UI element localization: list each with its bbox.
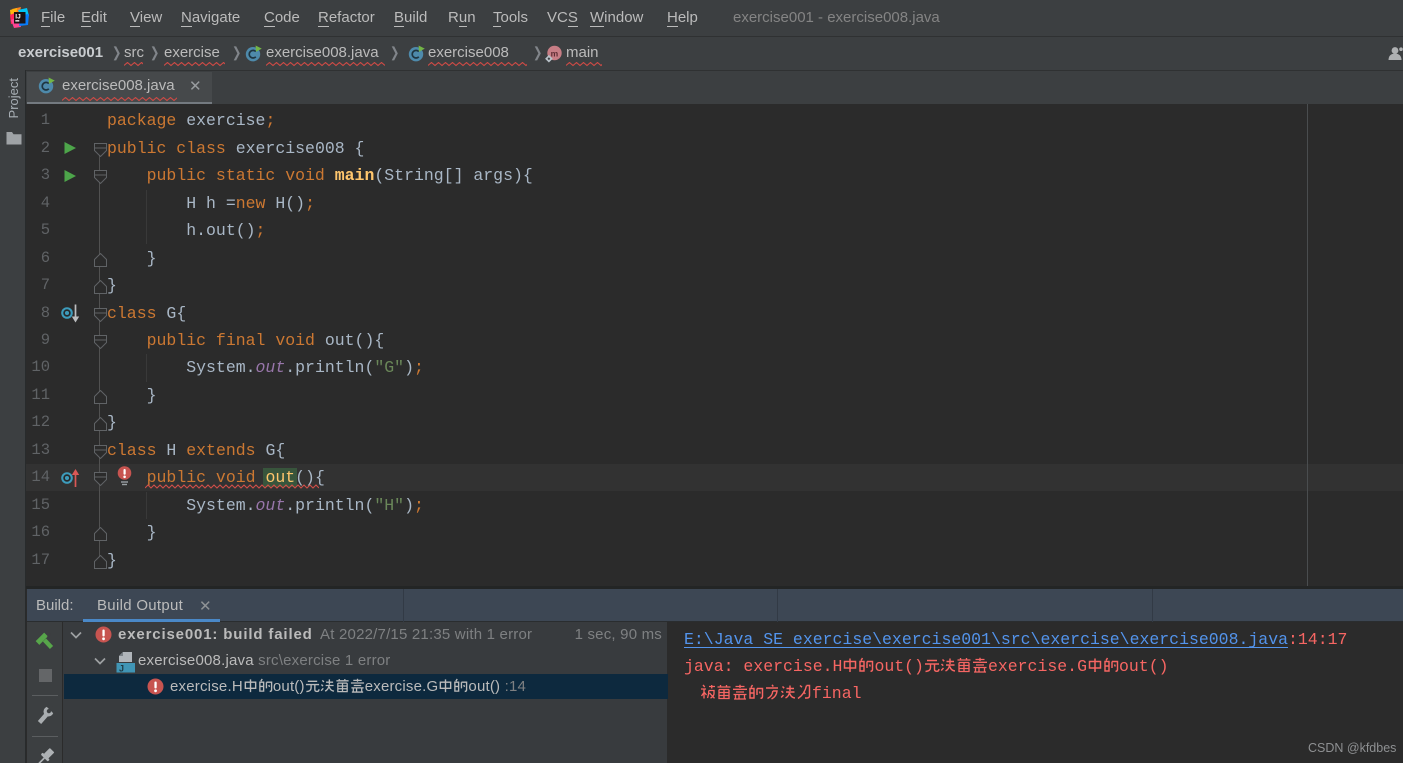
- svg-text:IJ: IJ: [15, 13, 21, 20]
- svg-text:m: m: [551, 49, 559, 59]
- svg-text:J: J: [119, 663, 124, 673]
